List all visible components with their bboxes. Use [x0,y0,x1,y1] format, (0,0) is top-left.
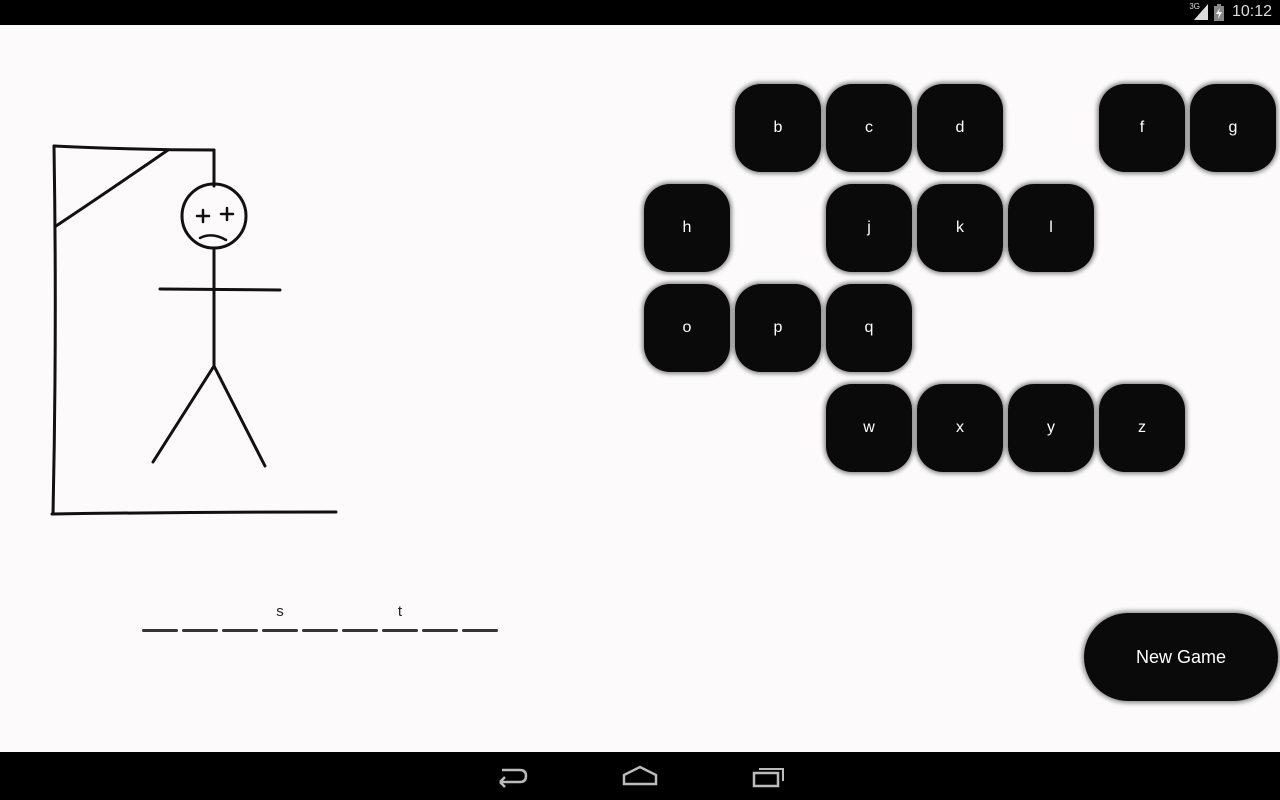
letter-slot [302,603,338,632]
letter-key-f[interactable]: f [1099,84,1185,172]
game-area: s t bcd fg h jkl opqwxyz New Game [0,25,1280,752]
slot-underline [382,629,418,632]
slot-underline [462,629,498,632]
letter-slot: t [382,603,418,632]
letter-slot [462,603,498,632]
slot-letter [182,603,218,623]
letter-key-d[interactable]: d [917,84,1003,172]
recent-apps-icon[interactable] [751,762,787,790]
letter-slot [342,603,378,632]
status-bar: 3G 10:12 [0,0,1280,25]
gallows-post [51,144,57,516]
home-icon[interactable] [621,762,659,790]
letter-key-x[interactable]: x [917,384,1003,472]
mouth [198,234,228,242]
letter-key-j[interactable]: j [826,184,912,272]
letter-key-l[interactable]: l [1008,184,1094,272]
leg-right [212,364,267,468]
letter-slot [422,603,458,632]
slot-letter [222,603,258,623]
battery-charging-icon [1214,4,1224,21]
head [180,182,248,250]
arms [158,287,282,292]
gallows-base [50,510,338,516]
hangman-drawing [50,144,338,516]
eye-right [219,206,235,222]
slot-letter [142,603,178,623]
slot-underline [222,629,258,632]
slot-letter [422,603,458,623]
slot-underline [262,629,298,632]
slot-underline [142,629,178,632]
navigation-bar [0,752,1280,800]
letter-slot: s [262,603,298,632]
gallows-beam [52,144,216,152]
clock: 10:12 [1231,3,1272,20]
letter-key-q[interactable]: q [826,284,912,372]
slot-letter [302,603,338,623]
slot-underline [182,629,218,632]
slot-underline [302,629,338,632]
letter-slot [142,603,178,632]
slot-letter: t [397,603,403,620]
letter-key-w[interactable]: w [826,384,912,472]
new-game-button[interactable]: New Game [1084,613,1278,701]
signal-icon [1194,4,1208,20]
letter-key-z[interactable]: z [1099,384,1185,472]
letter-key-o[interactable]: o [644,284,730,372]
letter-key-c[interactable]: c [826,84,912,172]
slot-underline [422,629,458,632]
letter-key-k[interactable]: k [917,184,1003,272]
letter-key-h[interactable]: h [644,184,730,272]
leg-left [151,364,216,464]
slot-letter [462,603,498,623]
gallows-brace [54,148,170,228]
slot-underline [342,629,378,632]
slot-letter [342,603,378,623]
slot-letter: s [276,603,284,620]
letter-key-y[interactable]: y [1008,384,1094,472]
letter-slot [222,603,258,632]
back-icon[interactable] [494,762,530,790]
letter-slot [182,603,218,632]
letter-key-g[interactable]: g [1190,84,1276,172]
letter-key-b[interactable]: b [735,84,821,172]
eye-left [195,208,211,224]
letter-key-p[interactable]: p [735,284,821,372]
